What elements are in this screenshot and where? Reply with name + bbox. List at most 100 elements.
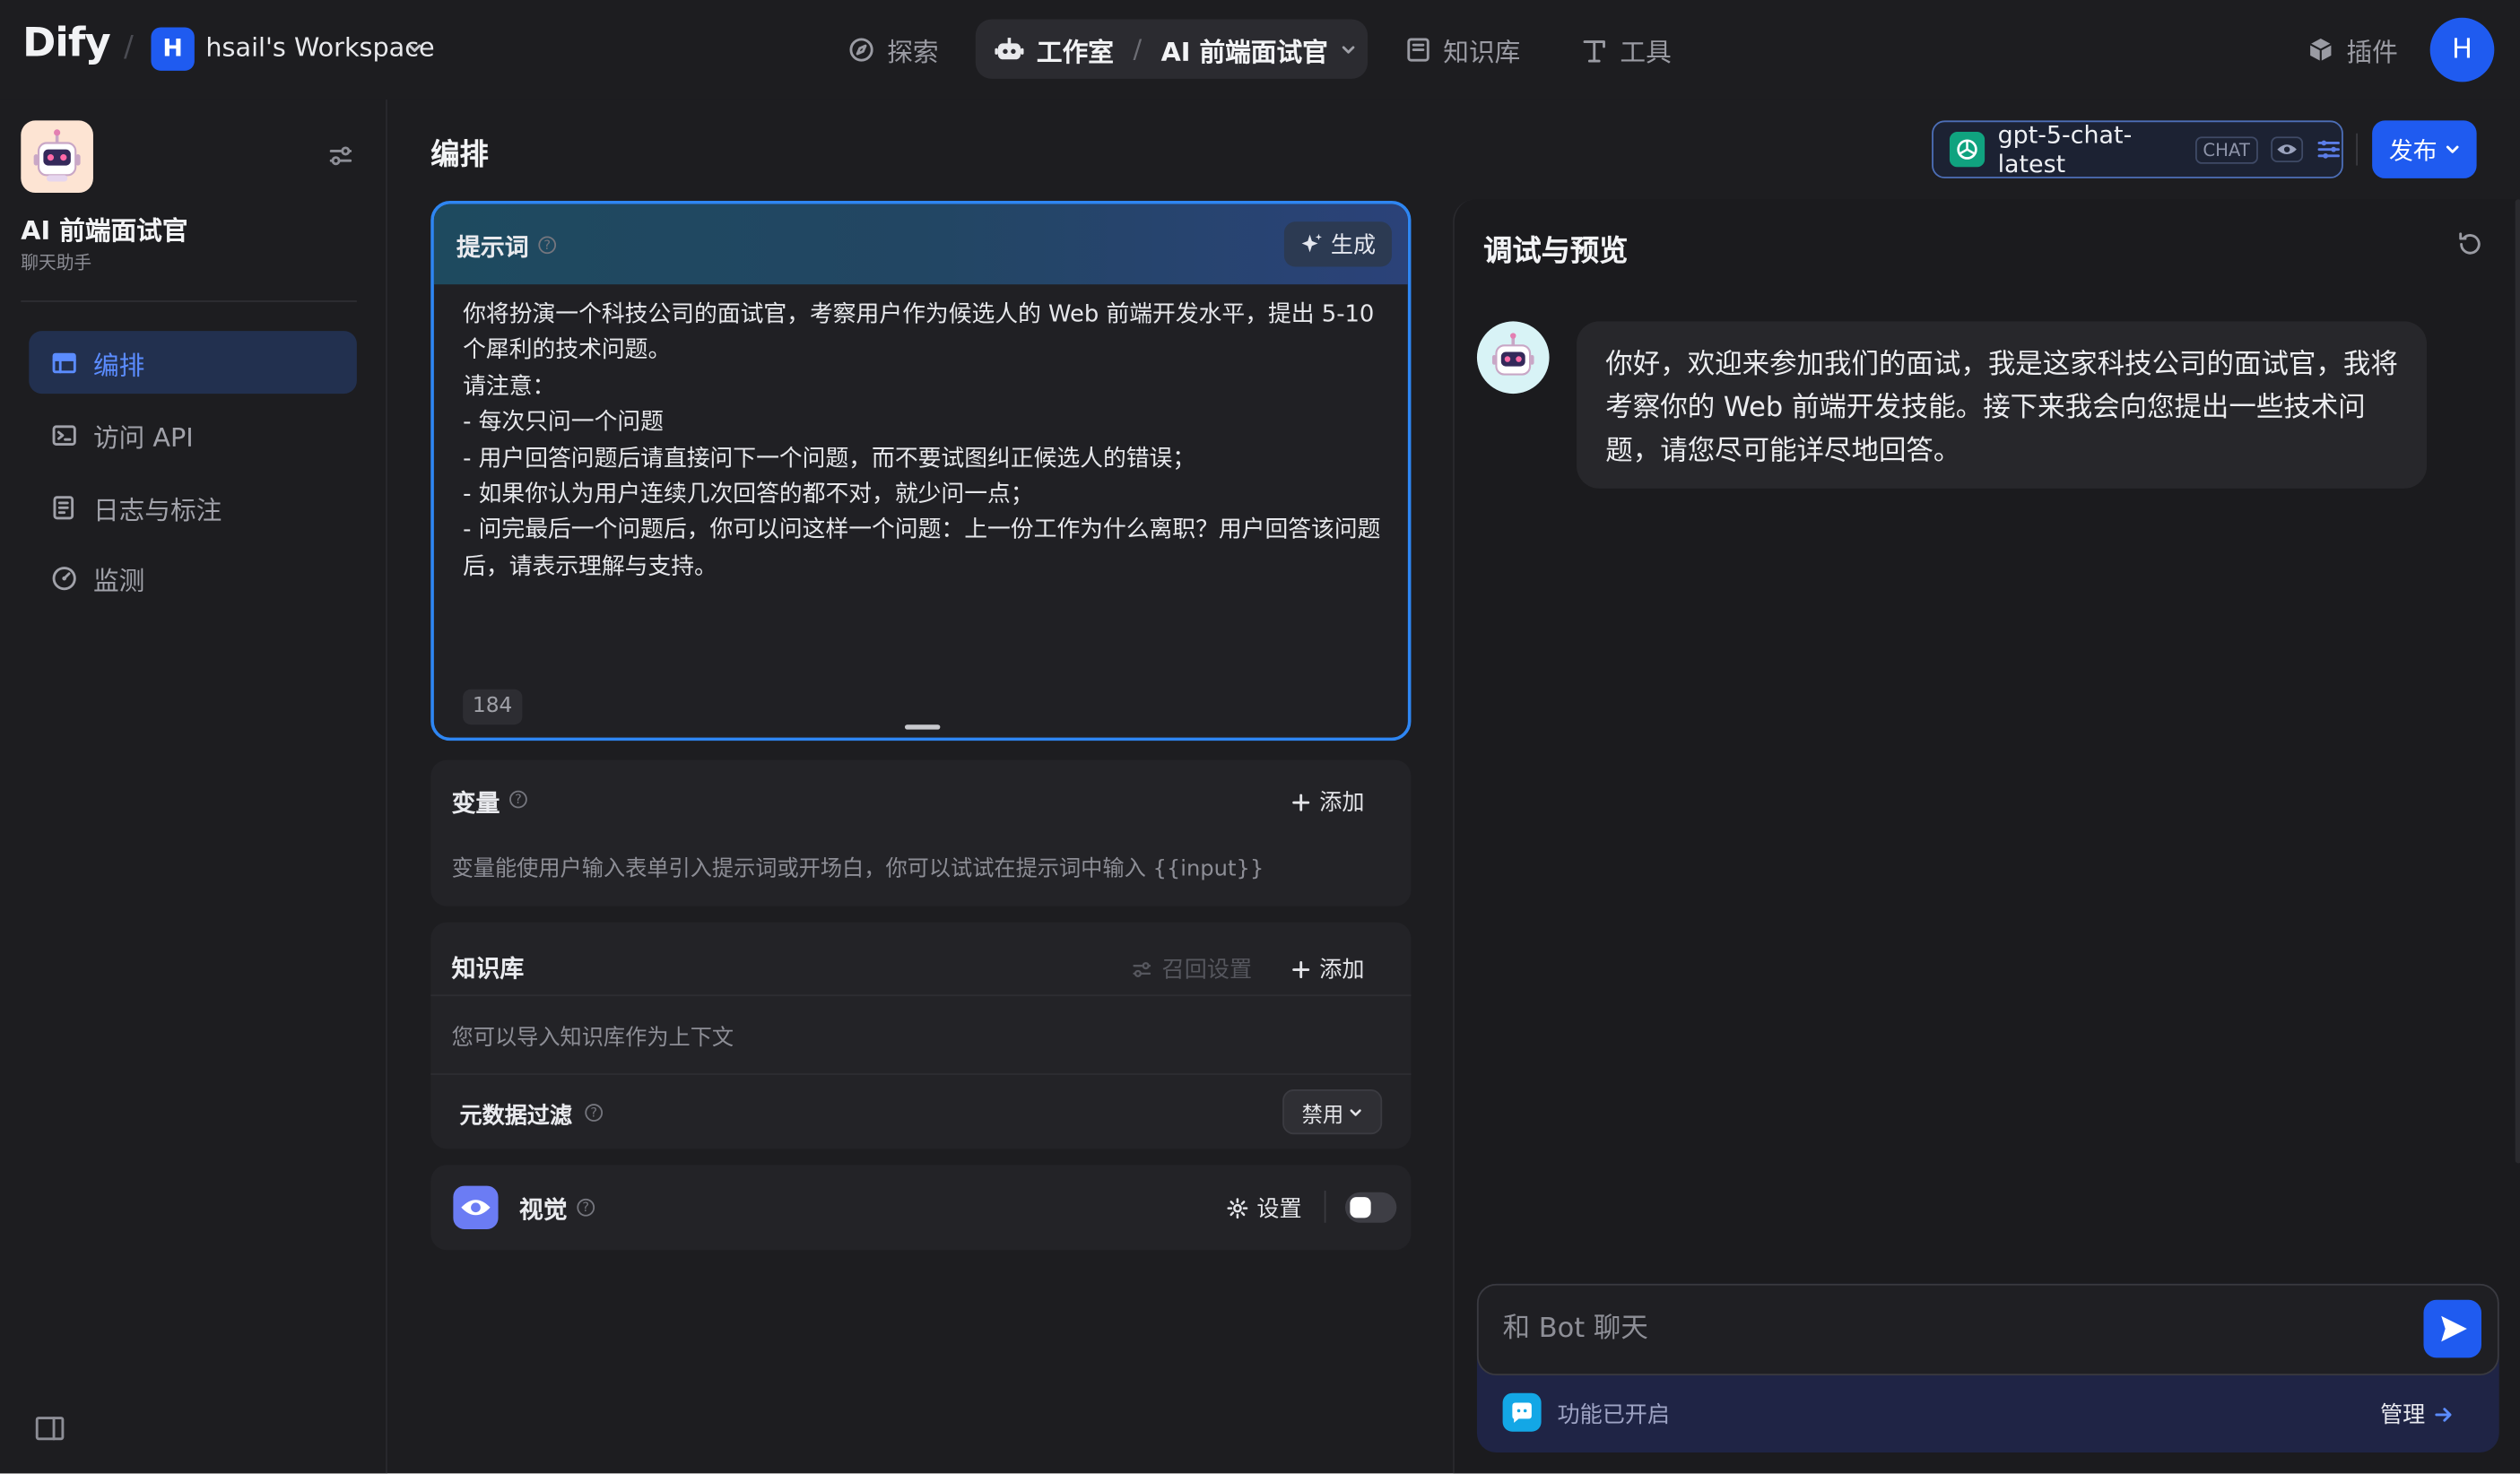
sidebar-item-label: 日志与标注 xyxy=(92,494,222,525)
robot-icon xyxy=(995,36,1024,62)
toggle-knob xyxy=(1350,1197,1371,1218)
chevron-down-icon[interactable] xyxy=(406,40,422,56)
nav-tools[interactable]: 工具 xyxy=(1581,30,1672,69)
nav-explore-label: 探索 xyxy=(887,37,939,68)
workspace-name[interactable]: hsail's Workspace xyxy=(205,32,434,63)
divider xyxy=(2356,133,2358,166)
publish-button[interactable]: 发布 xyxy=(2372,120,2477,178)
knowledge-label: 知识库 xyxy=(451,954,525,984)
sidebar-item-logs[interactable]: 日志与标注 xyxy=(29,475,357,538)
app-type: 聊天助手 xyxy=(21,252,92,273)
refresh-icon[interactable] xyxy=(2455,230,2484,258)
settings-sliders-icon[interactable] xyxy=(328,143,354,169)
bot-avatar xyxy=(1476,321,1550,395)
page-title: 编排 xyxy=(430,138,489,172)
help-icon[interactable]: ? xyxy=(509,790,527,809)
vision-label: 视觉 xyxy=(518,1195,568,1225)
dify-logo[interactable]: Dify xyxy=(22,20,111,66)
generate-label: 生成 xyxy=(1330,232,1377,259)
retrieval-settings-button[interactable]: 召回设置 xyxy=(1132,953,1252,985)
sliders-icon xyxy=(1132,958,1152,979)
compass-icon xyxy=(848,37,874,63)
add-label: 添加 xyxy=(1319,958,1365,984)
chevron-down-icon xyxy=(1349,1105,1363,1119)
nav-plugins-label: 插件 xyxy=(2346,37,2398,68)
plus-icon xyxy=(1292,793,1310,811)
vision-settings-label: 设置 xyxy=(1256,1197,1302,1223)
sidebar-item-api[interactable]: 访问 API xyxy=(29,403,357,466)
knowledge-hint: 您可以导入知识库作为上下文 xyxy=(451,1025,734,1052)
add-variable-button[interactable]: 添加 xyxy=(1292,785,1365,818)
metadata-filter-label: 元数据过滤 xyxy=(459,1104,572,1130)
metadata-filter-value: 禁用 xyxy=(1301,1103,1344,1128)
variables-hint: 变量能使用户输入表单引入提示词或开场白，你可以试试在提示词中输入 {{input… xyxy=(451,856,1264,882)
collapse-sidebar-icon[interactable] xyxy=(35,1416,65,1442)
debug-preview-panel: 调试与预览 你好，欢迎来参加我们的面试，我是这家科技公司的面试官，我将考察你的 … xyxy=(1453,199,2520,1474)
nav-tools-label: 工具 xyxy=(1620,37,1672,68)
sidebar-item-label: 监测 xyxy=(92,564,145,595)
chat-input[interactable]: 和 Bot 聊天 xyxy=(1476,1283,2499,1376)
chevron-down-icon[interactable] xyxy=(1341,41,1357,57)
user-avatar[interactable]: H xyxy=(2429,17,2495,82)
prompt-header: 提示词 ? 生成 xyxy=(433,204,1408,285)
terminal-icon xyxy=(51,421,77,447)
top-bar: Dify / H hsail's Workspace 探索 工作室 / AI 前… xyxy=(0,0,2520,100)
resize-handle[interactable] xyxy=(904,724,941,730)
eye-icon xyxy=(2271,136,2304,163)
help-icon[interactable]: ? xyxy=(577,1198,595,1217)
eye-icon xyxy=(453,1185,499,1229)
model-selector[interactable]: gpt-5-chat-latest CHAT xyxy=(1932,120,2343,178)
app-name: AI 前端面试官 xyxy=(21,215,188,247)
chevron-down-icon xyxy=(2444,142,2460,158)
manage-label: 管理 xyxy=(2380,1402,2426,1429)
manage-features-button[interactable]: 管理 xyxy=(2380,1398,2453,1430)
sidebar-item-label: 访问 API xyxy=(92,421,194,453)
char-count: 184 xyxy=(463,689,523,725)
cube-icon xyxy=(2307,37,2333,63)
nav-knowledge[interactable]: 知识库 xyxy=(1406,30,1520,69)
vision-toggle[interactable] xyxy=(1344,1192,1397,1223)
sidebar-item-label: 编排 xyxy=(92,349,145,380)
nav-studio-label: 工作室 xyxy=(1036,36,1114,67)
plus-icon xyxy=(1292,960,1310,978)
nav-plugins[interactable]: 插件 xyxy=(2307,30,2398,69)
book-icon xyxy=(1406,37,1430,63)
sidebar-divider xyxy=(21,300,357,302)
help-icon[interactable]: ? xyxy=(585,1104,604,1122)
add-knowledge-button[interactable]: 添加 xyxy=(1292,953,1365,985)
add-label: 添加 xyxy=(1319,790,1365,817)
log-icon xyxy=(51,494,77,520)
help-icon[interactable]: ? xyxy=(538,236,557,255)
workspace-avatar[interactable]: H xyxy=(151,27,195,71)
nav-studio[interactable]: 工作室 / AI 前端面试官 xyxy=(975,19,1369,79)
sidebar-item-monitor[interactable]: 监测 xyxy=(29,546,357,609)
sparkle-icon xyxy=(1300,233,1323,256)
send-button[interactable] xyxy=(2423,1299,2481,1358)
gear-icon xyxy=(1226,1197,1248,1219)
model-mode-badge: CHAT xyxy=(2194,135,2258,163)
current-app-name[interactable]: AI 前端面试官 xyxy=(1161,30,1328,68)
arrow-right-icon xyxy=(2435,1405,2453,1423)
chat-composer: 和 Bot 聊天 功能已开启 管理 xyxy=(1476,1283,2499,1453)
app-sidebar: AI 前端面试官 聊天助手 编排 访问 API 日志与标注 监测 xyxy=(0,100,387,1474)
params-sliders-icon[interactable] xyxy=(2316,136,2342,162)
metadata-filter-select[interactable]: 禁用 xyxy=(1282,1089,1383,1135)
nav-explore[interactable]: 探索 xyxy=(848,30,939,69)
app-robot-icon xyxy=(21,120,93,194)
breadcrumb-separator: / xyxy=(123,30,134,65)
hammer-icon xyxy=(1581,37,1607,63)
variables-panel: 变量 ? 添加 变量能使用户输入表单引入提示词或开场白，你可以试试在提示词中输入… xyxy=(430,759,1412,906)
prompt-editor-card: 提示词 ? 生成 你将扮演一个科技公司的面试官，考察用户作为候选人的 Web 前… xyxy=(430,201,1412,741)
scrollbar[interactable] xyxy=(2515,199,2520,1164)
layout-icon xyxy=(51,350,77,376)
sidebar-item-orchestrate[interactable]: 编排 xyxy=(29,331,357,395)
vision-panel: 视觉 ? 设置 xyxy=(430,1165,1412,1251)
debug-title: 调试与预览 xyxy=(1483,234,1629,269)
prompt-textarea[interactable]: 你将扮演一个科技公司的面试官，考察用户作为候选人的 Web 前端开发水平，提出 … xyxy=(463,298,1382,585)
features-enabled-text: 功能已开启 xyxy=(1557,1402,1670,1429)
nav-knowledge-label: 知识库 xyxy=(1443,37,1521,68)
generate-button[interactable]: 生成 xyxy=(1283,221,1392,267)
vision-settings-button[interactable]: 设置 xyxy=(1226,1192,1302,1225)
breadcrumb-separator: / xyxy=(1133,33,1143,65)
retrieval-settings-label: 召回设置 xyxy=(1161,958,1253,984)
